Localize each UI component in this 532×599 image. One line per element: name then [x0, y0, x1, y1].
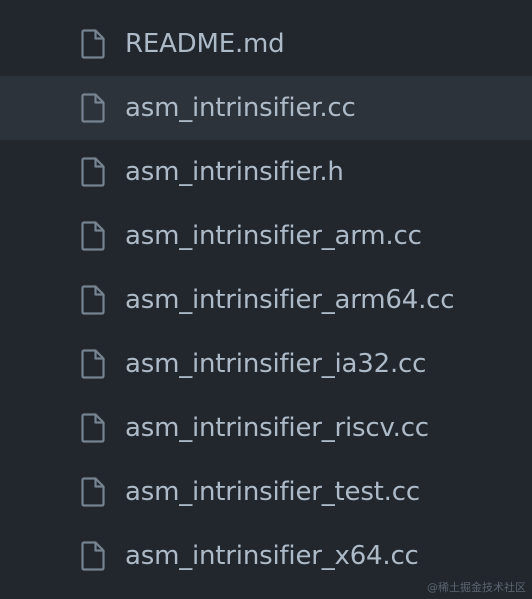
file-row-asm-intrinsifier-cc[interactable]: asm_intrinsifier.cc	[0, 76, 532, 140]
file-name[interactable]: asm_intrinsifier_arm.cc	[125, 220, 422, 252]
file-row-asm-intrinsifier-riscv-cc[interactable]: asm_intrinsifier_riscv.cc	[0, 396, 532, 460]
file-name[interactable]: asm_intrinsifier_arm64.cc	[125, 284, 455, 316]
file-list: README.md asm_intrinsifier.cc asm_intrin…	[0, 12, 532, 588]
file-row-asm-intrinsifier-arm-cc[interactable]: asm_intrinsifier_arm.cc	[0, 204, 532, 268]
file-icon	[80, 220, 106, 252]
watermark-text: @稀土掘金技术社区	[427, 581, 526, 594]
file-name[interactable]: asm_intrinsifier.h	[125, 156, 344, 188]
file-row-asm-intrinsifier-test-cc[interactable]: asm_intrinsifier_test.cc	[0, 460, 532, 524]
file-name[interactable]: asm_intrinsifier_ia32.cc	[125, 348, 426, 380]
file-row-asm-intrinsifier-arm64-cc[interactable]: asm_intrinsifier_arm64.cc	[0, 268, 532, 332]
file-icon	[80, 92, 106, 124]
file-row-asm-intrinsifier-h[interactable]: asm_intrinsifier.h	[0, 140, 532, 204]
file-icon	[80, 28, 106, 60]
file-icon	[80, 156, 106, 188]
file-icon	[80, 540, 106, 572]
file-name[interactable]: asm_intrinsifier_riscv.cc	[125, 412, 429, 444]
file-name[interactable]: asm_intrinsifier_test.cc	[125, 476, 420, 508]
file-icon	[80, 476, 106, 508]
file-row-asm-intrinsifier-ia32-cc[interactable]: asm_intrinsifier_ia32.cc	[0, 332, 532, 396]
file-name[interactable]: asm_intrinsifier_x64.cc	[125, 540, 419, 572]
file-icon	[80, 412, 106, 444]
file-name[interactable]: asm_intrinsifier.cc	[125, 92, 356, 124]
file-icon	[80, 348, 106, 380]
file-name[interactable]: README.md	[125, 28, 285, 60]
file-row-readme[interactable]: README.md	[0, 12, 532, 76]
file-icon	[80, 284, 106, 316]
